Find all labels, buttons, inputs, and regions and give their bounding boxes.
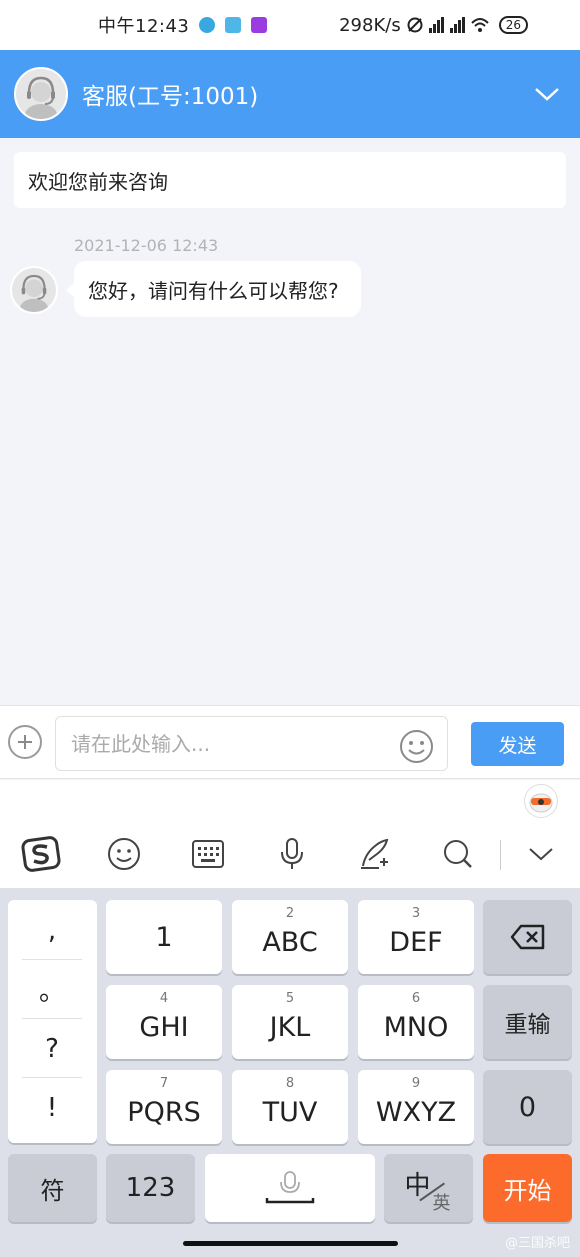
smiley-icon <box>400 730 433 763</box>
reenter-key[interactable]: 重输 <box>483 985 572 1059</box>
sogou-logo-icon[interactable] <box>21 834 61 874</box>
ime-mascot-icon[interactable] <box>524 784 558 818</box>
chat-header: 客服(工号:1001) <box>0 50 580 138</box>
key-1[interactable]: 1 <box>106 900 222 974</box>
symbols-key[interactable]: 符 <box>8 1154 97 1222</box>
key-8-label: TUV <box>262 1096 318 1128</box>
home-indicator[interactable] <box>183 1241 398 1246</box>
key-4[interactable]: 4 GHI <box>106 985 222 1059</box>
message-bubble: 您好，请问有什么可以帮您? <box>66 261 361 317</box>
key-2-number: 2 <box>285 906 295 921</box>
key-9-label: WXYZ <box>375 1096 457 1128</box>
language-switch-key[interactable]: 中 英 <box>384 1154 473 1222</box>
welcome-banner: 欢迎您前来咨询 <box>14 152 566 208</box>
message-input[interactable] <box>55 716 448 771</box>
key-5-label: JKL <box>269 1011 311 1043</box>
key-7-number: 7 <box>159 1076 169 1091</box>
key-3[interactable]: 3 DEF <box>358 900 474 974</box>
handwriting-icon[interactable] <box>355 834 395 874</box>
message-timestamp: 2021-12-06 12:43 <box>74 236 219 255</box>
key-4-number: 4 <box>159 991 169 1006</box>
emoji-panel-icon[interactable] <box>104 834 144 874</box>
search-icon[interactable] <box>438 834 478 874</box>
key-3-number: 3 <box>411 906 421 921</box>
key-9[interactable]: 9 WXYZ <box>358 1070 474 1144</box>
backspace-icon <box>510 924 544 950</box>
send-button[interactable]: 发送 <box>471 722 564 766</box>
toolbar-divider <box>500 840 501 870</box>
key-2-label: ABC <box>262 926 318 958</box>
input-bar: 发送 <box>0 705 580 779</box>
punct-key-question[interactable]: ? <box>22 1020 82 1078</box>
message-text: 您好，请问有什么可以帮您? <box>88 278 339 303</box>
key-6-label: MNO <box>383 1011 449 1043</box>
key-1-label: 1 <box>155 921 173 953</box>
keyboard-toolbar <box>0 780 580 888</box>
status-time: 中午12:43 <box>98 16 190 37</box>
punct-key-exclaim[interactable]: ! <box>22 1079 82 1137</box>
key-6[interactable]: 6 MNO <box>358 985 474 1059</box>
agent-avatar <box>14 67 68 121</box>
key-7-label: PQRS <box>127 1096 201 1128</box>
no-sim-icon <box>407 17 423 33</box>
plus-icon <box>18 735 32 749</box>
key-8-number: 8 <box>285 1076 295 1091</box>
network-speed: 298K/s <box>339 14 401 36</box>
agent-avatar-icon <box>12 268 56 312</box>
key-5-number: 5 <box>285 991 295 1006</box>
key-4-label: GHI <box>139 1011 189 1043</box>
punct-key-period[interactable]: 。 <box>22 961 82 1019</box>
punct-key-comma[interactable]: , <box>22 902 82 960</box>
key-5[interactable]: 5 JKL <box>232 985 348 1059</box>
lang-alt-label: 英 <box>432 1193 451 1214</box>
start-key[interactable]: 开始 <box>483 1154 572 1222</box>
keyboard-notification-icon <box>225 17 242 33</box>
collapse-button[interactable] <box>532 79 562 109</box>
signal-icon-1 <box>428 17 444 33</box>
keyboard: , 。 ? ! 1 2 ABC 3 DEF 4 GHI 5 JKL 6 MNO … <box>0 888 580 1257</box>
app-notification-icon <box>251 17 268 33</box>
watermark: @三国杀吧 <box>504 1236 570 1251</box>
chat-title: 客服(工号:1001) <box>82 84 259 110</box>
backspace-key[interactable] <box>483 900 572 974</box>
space-key[interactable] <box>205 1154 375 1222</box>
chevron-down-icon <box>535 88 559 101</box>
microphone-icon[interactable] <box>272 834 312 874</box>
agent-avatar-icon <box>16 69 66 119</box>
signal-icon-2 <box>449 17 465 33</box>
key-3-label: DEF <box>389 926 443 958</box>
key-8[interactable]: 8 TUV <box>232 1070 348 1144</box>
welcome-text: 欢迎您前来咨询 <box>28 169 168 194</box>
qq-notification-icon <box>199 17 216 33</box>
keyboard-layout-icon[interactable] <box>188 834 228 874</box>
wifi-icon <box>471 18 489 32</box>
key-2[interactable]: 2 ABC <box>232 900 348 974</box>
key-0[interactable]: 0 <box>483 1070 572 1144</box>
numbers-key[interactable]: 123 <box>106 1154 195 1222</box>
add-attachment-button[interactable] <box>8 725 42 759</box>
key-7[interactable]: 7 PQRS <box>106 1070 222 1144</box>
emoji-button[interactable] <box>399 729 434 764</box>
battery-indicator: 26 <box>498 16 528 34</box>
key-9-number: 9 <box>411 1076 421 1091</box>
punctuation-column: , 。 ? ! <box>8 900 97 1143</box>
space-microphone-icon <box>265 1171 315 1204</box>
key-6-number: 6 <box>411 991 421 1006</box>
message-avatar <box>10 266 58 314</box>
status-bar: 中午12:43 298K/s 26 <box>0 0 580 50</box>
hide-keyboard-icon[interactable] <box>521 834 561 874</box>
